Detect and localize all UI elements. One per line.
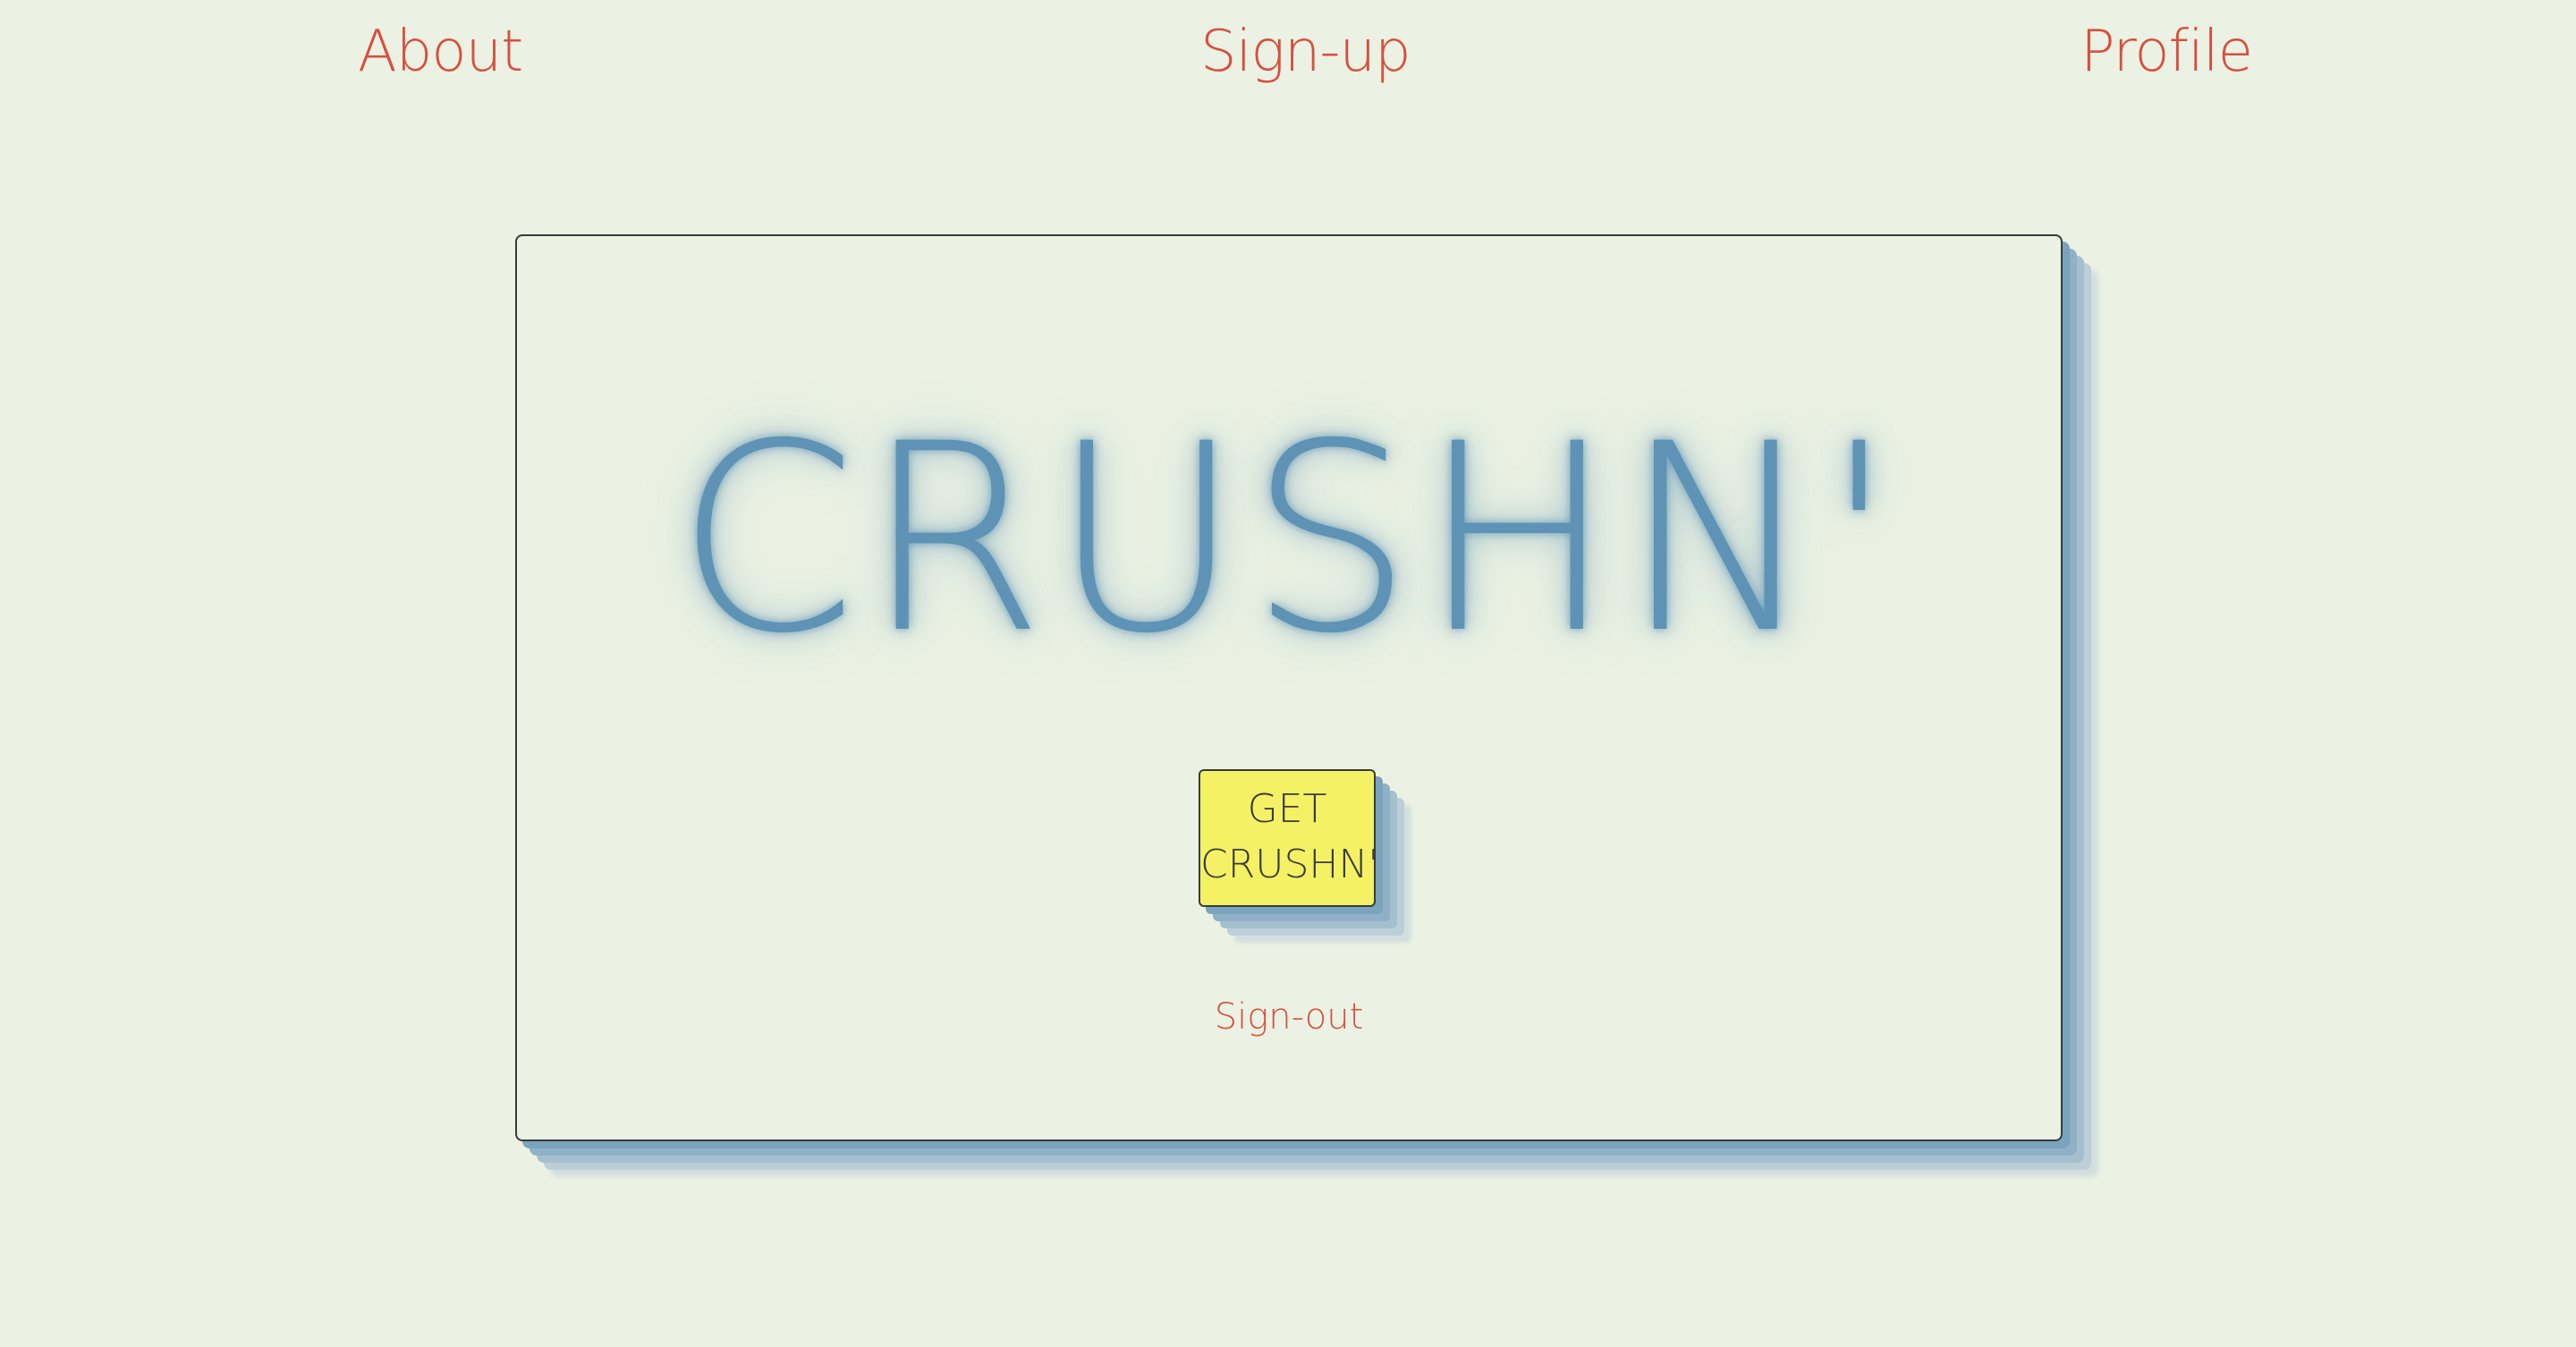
- cta-label-line1: GET: [1247, 786, 1327, 832]
- signout-link[interactable]: Sign-out: [517, 996, 2061, 1038]
- nav-signup-link[interactable]: Sign-up: [1200, 16, 1411, 88]
- hero-card: CRUSHN' GET CRUSHN' Sign-out: [515, 234, 2063, 1141]
- nav-profile-link[interactable]: Profile: [2080, 16, 2253, 88]
- brand-title: CRUSHN': [675, 389, 1902, 690]
- nav-about-link[interactable]: About: [358, 16, 523, 88]
- get-crushn-button[interactable]: GET CRUSHN': [1199, 769, 1379, 907]
- cta-label-line2: CRUSHN': [1200, 842, 1379, 887]
- page: About Sign-up Profile CRUSHN' GET CRUSHN…: [0, 0, 2576, 1347]
